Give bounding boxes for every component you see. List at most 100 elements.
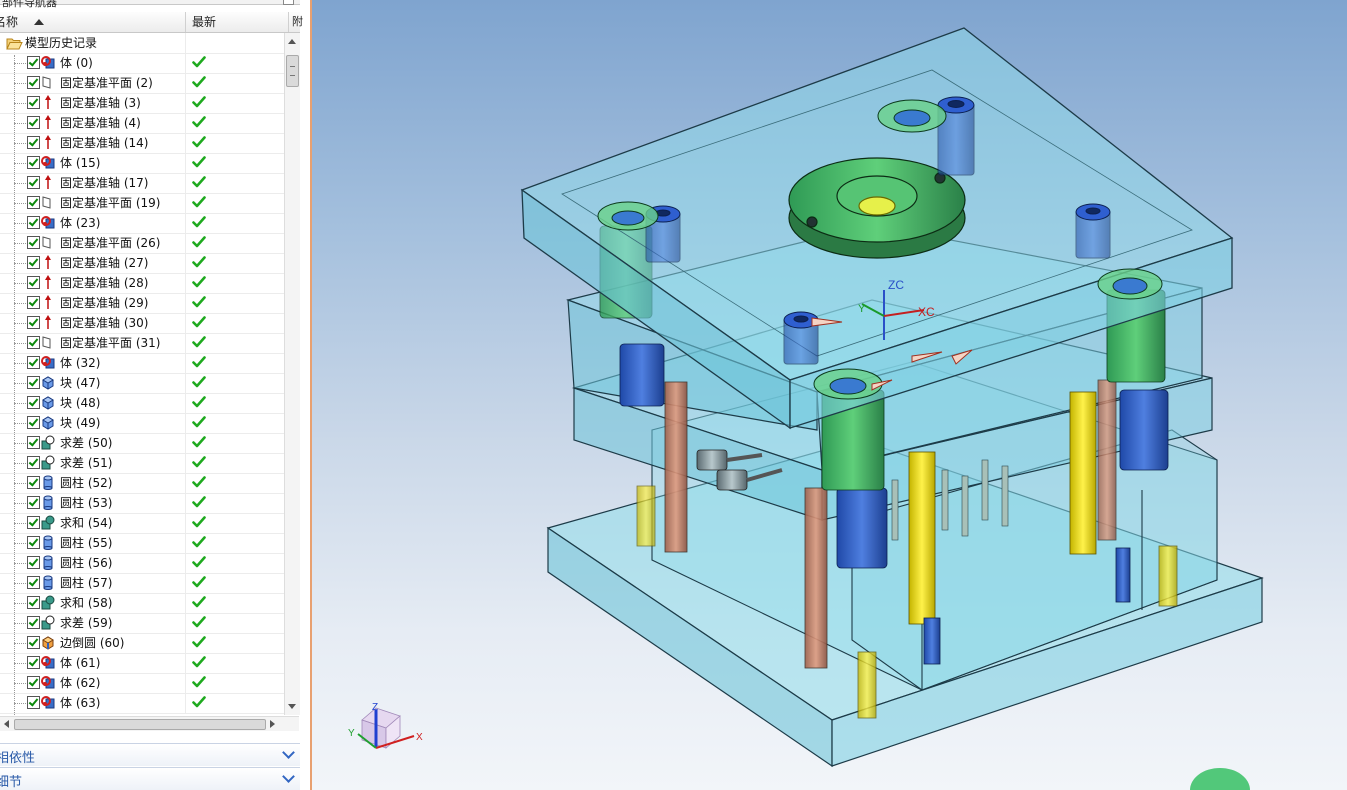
visibility-checkbox[interactable]: [27, 516, 40, 529]
visibility-checkbox[interactable]: [27, 156, 40, 169]
tree-feature-row[interactable]: 块 (49): [0, 413, 284, 434]
feature-label: 固定基准平面 (2): [60, 76, 153, 90]
visibility-checkbox[interactable]: [27, 276, 40, 289]
subtract-icon: [41, 455, 55, 470]
tree-feature-row[interactable]: 圆柱 (53): [0, 493, 284, 514]
up-to-date-check-icon: [192, 196, 206, 208]
tree-feature-row[interactable]: 圆柱 (57): [0, 573, 284, 594]
visibility-checkbox[interactable]: [27, 436, 40, 449]
scroll-up-arrow-icon[interactable]: [288, 39, 296, 44]
visibility-checkbox[interactable]: [27, 416, 40, 429]
column-attached[interactable]: 附: [289, 12, 303, 32]
tree-feature-row[interactable]: 求差 (50): [0, 433, 284, 454]
tree-guide-dots: [14, 123, 26, 124]
visibility-checkbox[interactable]: [27, 376, 40, 389]
visibility-checkbox[interactable]: [27, 396, 40, 409]
tree-feature-row[interactable]: 固定基准轴 (27): [0, 253, 284, 274]
tree-feature-row[interactable]: 固定基准轴 (3): [0, 93, 284, 114]
block-icon: [42, 416, 54, 430]
visibility-checkbox[interactable]: [27, 696, 40, 709]
visibility-checkbox[interactable]: [27, 236, 40, 249]
visibility-checkbox[interactable]: [27, 116, 40, 129]
tree-feature-row[interactable]: 固定基准轴 (30): [0, 313, 284, 334]
up-to-date-check-icon: [192, 656, 206, 668]
tree-feature-row[interactable]: 圆柱 (55): [0, 533, 284, 554]
visibility-checkbox[interactable]: [27, 556, 40, 569]
visibility-checkbox[interactable]: [27, 56, 40, 69]
tree-feature-row[interactable]: 体 (23): [0, 213, 284, 234]
navigator-pin-button[interactable]: [283, 0, 294, 5]
column-name[interactable]: 名称: [0, 12, 186, 32]
tree-feature-row[interactable]: 固定基准平面 (19): [0, 193, 284, 214]
tree-feature-row[interactable]: 体 (0): [0, 53, 284, 74]
visibility-checkbox[interactable]: [27, 576, 40, 589]
scroll-thumb[interactable]: [286, 55, 299, 87]
feature-label: 固定基准轴 (30): [60, 316, 149, 330]
tree-feature-row[interactable]: 块 (48): [0, 393, 284, 414]
scroll-left-arrow-icon[interactable]: [4, 720, 9, 728]
visibility-checkbox[interactable]: [27, 96, 40, 109]
tree-horizontal-scrollbar[interactable]: [0, 716, 299, 731]
tree-feature-row[interactable]: 固定基准平面 (31): [0, 333, 284, 354]
unite-icon: [41, 595, 55, 610]
scroll-down-arrow-icon[interactable]: [288, 704, 296, 709]
tree-feature-row[interactable]: 求和 (58): [0, 593, 284, 614]
visibility-checkbox[interactable]: [27, 456, 40, 469]
tree-vertical-scrollbar[interactable]: [284, 33, 300, 715]
visibility-checkbox[interactable]: [27, 196, 40, 209]
up-to-date-check-icon: [192, 156, 206, 168]
graphics-viewport[interactable]: ZC XC Y Z X Y: [312, 0, 1347, 790]
tree-feature-row[interactable]: 体 (32): [0, 353, 284, 374]
section-details[interactable]: 细节: [0, 767, 300, 790]
visibility-checkbox[interactable]: [27, 296, 40, 309]
floating-assistant-button[interactable]: [1190, 768, 1250, 790]
visibility-checkbox[interactable]: [27, 496, 40, 509]
tree-feature-row[interactable]: 体 (15): [0, 153, 284, 174]
visibility-checkbox[interactable]: [27, 616, 40, 629]
datum-axis-icon: [45, 275, 51, 289]
visibility-checkbox[interactable]: [27, 256, 40, 269]
visibility-checkbox[interactable]: [27, 636, 40, 649]
tree-feature-row[interactable]: 体 (61): [0, 653, 284, 674]
tree-feature-row[interactable]: 固定基准平面 (26): [0, 233, 284, 254]
visibility-checkbox[interactable]: [27, 316, 40, 329]
tree-feature-row[interactable]: 求和 (54): [0, 513, 284, 534]
tree-feature-row[interactable]: 固定基准轴 (29): [0, 293, 284, 314]
visibility-checkbox[interactable]: [27, 476, 40, 489]
visibility-checkbox[interactable]: [27, 356, 40, 369]
body-icon: [41, 156, 55, 169]
tree-feature-row[interactable]: 圆柱 (52): [0, 473, 284, 494]
up-to-date-check-icon: [192, 316, 206, 328]
column-separator: [185, 133, 186, 153]
scroll-right-arrow-icon[interactable]: [270, 720, 275, 728]
tree-feature-row[interactable]: 固定基准轴 (4): [0, 113, 284, 134]
section-dependencies[interactable]: 相依性: [0, 743, 300, 766]
tree-feature-row[interactable]: 固定基准轴 (14): [0, 133, 284, 154]
tree-feature-row[interactable]: 边倒圆 (60): [0, 633, 284, 654]
visibility-checkbox[interactable]: [27, 536, 40, 549]
tree-feature-row[interactable]: 体 (63): [0, 693, 284, 714]
tree-feature-row[interactable]: 固定基准轴 (17): [0, 173, 284, 194]
tree-feature-row[interactable]: 求差 (51): [0, 453, 284, 474]
visibility-checkbox[interactable]: [27, 216, 40, 229]
tree-root-model-history[interactable]: 模型历史记录: [0, 33, 284, 54]
column-latest[interactable]: 最新: [186, 12, 289, 32]
tree-feature-row[interactable]: 体 (62): [0, 673, 284, 694]
visibility-checkbox[interactable]: [27, 176, 40, 189]
tree-feature-row[interactable]: 固定基准平面 (2): [0, 73, 284, 94]
visibility-checkbox[interactable]: [27, 596, 40, 609]
tree-feature-row[interactable]: 块 (47): [0, 373, 284, 394]
column-separator: [185, 433, 186, 453]
horizontal-scroll-thumb[interactable]: [14, 719, 266, 730]
visibility-checkbox[interactable]: [27, 76, 40, 89]
visibility-checkbox[interactable]: [27, 336, 40, 349]
mold-assembly-model[interactable]: ZC XC Y Z X Y: [312, 0, 1347, 790]
visibility-checkbox[interactable]: [27, 136, 40, 149]
tree-feature-row[interactable]: 固定基准轴 (28): [0, 273, 284, 294]
tree-feature-row[interactable]: 圆柱 (56): [0, 553, 284, 574]
visibility-checkbox[interactable]: [27, 656, 40, 669]
tree-feature-row[interactable]: 求差 (59): [0, 613, 284, 634]
visibility-checkbox[interactable]: [27, 676, 40, 689]
chevron-down-icon[interactable]: [282, 746, 295, 759]
chevron-down-icon[interactable]: [282, 770, 295, 783]
